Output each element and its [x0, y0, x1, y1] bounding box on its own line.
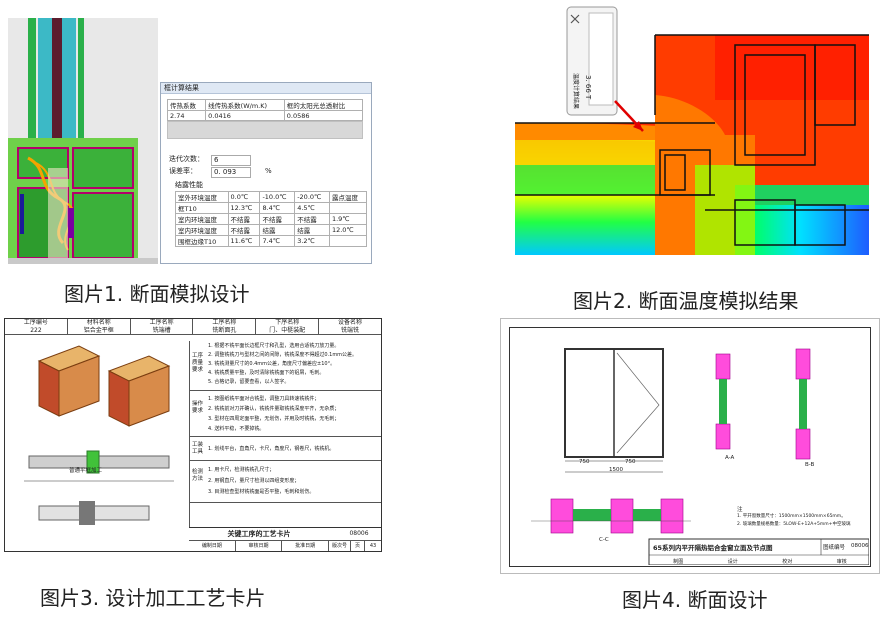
caption-figure-3: 图片3. 设计加工工艺卡片 — [40, 586, 266, 610]
cond-header: -10.0℃ — [259, 191, 296, 203]
card-footer-code: 08006 — [349, 530, 369, 537]
cond-header: 室外环境温度 — [175, 191, 229, 203]
section-label: 检测方法 — [192, 469, 204, 482]
temperature-simulation-image: 3. 66 T 温度计算结果 — [515, 5, 869, 255]
cond-cell: 8.4℃ — [259, 202, 296, 214]
cond-cell: 3.2℃ — [294, 235, 330, 247]
cond-header: 0.0℃ — [227, 191, 261, 203]
caption-figure-1: 图片1. 断面模拟设计 — [64, 282, 250, 306]
section-simulation-image — [8, 18, 158, 264]
cond-cell: 1.9℃ — [328, 213, 368, 225]
note-line-2: 2. 玻璃数量规格数量：5LOW-E+12A+5mm+中空玻璃 — [737, 522, 851, 527]
calculation-result-dialog: 框计算结果 传热系数 线传热系数(W/m.K) 框的太阳光总透射比 2.74 0… — [160, 82, 372, 264]
cond-cell: 11.6℃ — [227, 235, 261, 247]
card-section: 检测方法 1. 用卡尺，检测铣铣孔尺寸； 2. 用钢直尺，量尺寸检测以四组变形度；… — [190, 463, 381, 503]
dim-left: 750 — [579, 459, 590, 465]
cond-cell: 不结露 — [227, 213, 261, 225]
section-label: 工装工具 — [192, 442, 204, 455]
error-label: 误差率： — [169, 167, 197, 175]
cond-header: -20.0℃ — [294, 191, 330, 203]
cond-cell: 室内环境温度 — [175, 213, 229, 225]
dim-total: 1500 — [609, 467, 623, 473]
result-table: 传热系数 线传热系数(W/m.K) 框的太阳光总透射比 2.74 0.0416 … — [166, 99, 364, 121]
card-header-cell: 工序名称 铣断面孔 — [193, 319, 257, 334]
tooltip-value: 3. 66 T — [584, 75, 592, 100]
section-lines: 1. 按图纸铣平面对合铣型，调整刀具转速铣铣件； 2. 铣铣前对刀并确认，铣铣件量… — [208, 396, 340, 432]
card-header-row: 工序编号 222 材料名称 铝合金平框 工序名称 铣端槽 工序名称 铣断面孔 下序名称门… — [5, 319, 381, 335]
note-head: 注 — [737, 507, 743, 513]
drawing-code-label: 图纸编号 — [823, 545, 846, 551]
figure-label: 普通平框加工 — [69, 468, 103, 474]
card-header-cell: 工序编号 222 — [5, 319, 68, 334]
card-header-cell: 材料名称 铝合金平框 — [68, 319, 131, 334]
section-simulation-drawing — [8, 18, 158, 264]
result-value: 2.74 — [166, 110, 207, 121]
cond-cell: 不结露 — [227, 224, 261, 236]
caption-figure-4: 图片4. 断面设计 — [622, 588, 768, 612]
cond-cell — [328, 235, 368, 247]
result-value: 0.0586 — [283, 110, 364, 121]
section-lines: 1. 划线平台，直角尺，卡尺，角度尺，钢卷尺，铣铣机。 — [208, 446, 335, 452]
cond-cell: 室内环境湿度 — [175, 224, 229, 236]
drawing-code-value: 08006 — [851, 543, 869, 549]
caption-figure-2: 图片2. 断面温度模拟结果 — [573, 289, 799, 313]
process-card-image: 工序编号 222 材料名称 铝合金平框 工序名称 铣端槽 工序名称 铣断面孔 下序名称门… — [4, 318, 382, 552]
cond-cell: 结露 — [294, 224, 330, 236]
result-header: 框的太阳光总透射比 — [283, 99, 364, 111]
section-design-drawing: 750 750 1500 A-A B-B C-C 注 1. 平开窗数量尺寸：15… — [500, 318, 880, 574]
note-line-1: 1. 平开窗数量尺寸：1500mm×1500mm×65mm。 — [737, 514, 846, 519]
cond-cell: 4.5℃ — [294, 202, 330, 214]
result-header: 线传热系数(W/m.K) — [205, 99, 285, 111]
section-label: 操作要求 — [192, 401, 204, 414]
cond-cell: 不结露 — [259, 213, 296, 225]
card-sections: 工序质量要求 1. 根据不铣平面长边框尺寸和孔型，选用合适铣刀放刀量。 2. 调整… — [189, 341, 381, 527]
tooltip-label: 温度计算结果 — [572, 73, 579, 110]
dialog-title: 框计算结果 — [161, 83, 371, 94]
card-header-cell: 设备名称 铣端铣 — [338, 319, 363, 334]
drawing-sign-row: 制图 设计 校对 审核 — [673, 559, 847, 565]
cond-cell: 围框边缘T10 — [175, 235, 229, 247]
cond-cell: 12.0℃ — [328, 224, 368, 236]
error-value: 0. 093 — [211, 167, 251, 178]
cond-cell: 12.3℃ — [227, 202, 261, 214]
section-b-b: B-B — [805, 462, 815, 468]
result-value: 0.0416 — [205, 110, 285, 121]
section-a-a: A-A — [725, 455, 735, 461]
cond-header: 露点温度 — [328, 191, 368, 203]
card-header-cell: 下序名称 门、中梃装配 — [256, 319, 320, 334]
card-header-cell: 工序名称 铣端槽 — [131, 319, 194, 334]
profile-drawing — [24, 345, 174, 525]
card-section: 工序质量要求 1. 根据不铣平面长边框尺寸和孔型，选用合适铣刀放刀量。 2. 调整… — [190, 341, 381, 391]
error-unit: % — [265, 167, 272, 175]
card-section: 工装工具 1. 划线平台，直角尺，卡尺，角度尺，钢卷尺，铣铣机。 — [190, 439, 381, 461]
cond-cell: 7.4℃ — [259, 235, 296, 247]
section-lines: 1. 用卡尺，检测铣铣孔尺寸； 2. 用钢直尺，量尺寸检测以四组变形度； 3. 目测… — [208, 467, 315, 495]
card-section: 操作要求 1. 按图纸铣平面对合铣型，调整刀具转速铣铣件； 2. 铣铣前对刀并确认… — [190, 393, 381, 437]
condensation-label: 结露性能 — [175, 181, 203, 189]
temperature-field-drawing — [515, 5, 869, 255]
card-footer-title: 关键工序的工艺卡片 — [227, 530, 291, 538]
section-lines: 1. 根据不铣平面长边框尺寸和孔型，选用合适铣刀放刀量。 2. 调整铣铣刀与型材之… — [208, 343, 358, 385]
iteration-value: 6 — [211, 155, 251, 166]
window-elevation-drawing — [531, 348, 869, 565]
cond-cell: 框T10 — [175, 202, 229, 214]
cond-cell — [328, 202, 368, 214]
dim-right: 750 — [625, 459, 636, 465]
result-header: 传热系数 — [166, 99, 207, 111]
cond-cell: 不结露 — [294, 213, 330, 225]
section-label: 工序质量要求 — [192, 353, 204, 373]
cond-cell: 结露 — [259, 224, 296, 236]
condensation-table: 室外环境温度 0.0℃ -10.0℃ -20.0℃ 露点温度 框T10 12.3… — [175, 191, 368, 247]
card-footer: 关键工序的工艺卡片 08006 编制日期 审核日期 批准日期 版次号 页 43 — [189, 527, 381, 551]
iteration-label: 迭代次数： — [169, 155, 204, 163]
drawing-title: 65系列内平开隔热铝合金窗立面及节点图 — [653, 544, 773, 552]
section-c-c: C-C — [599, 537, 609, 543]
result-scroll-area[interactable] — [167, 121, 363, 139]
card-footer-row: 编制日期 审核日期 批准日期 版次号 页 43 — [189, 540, 381, 551]
